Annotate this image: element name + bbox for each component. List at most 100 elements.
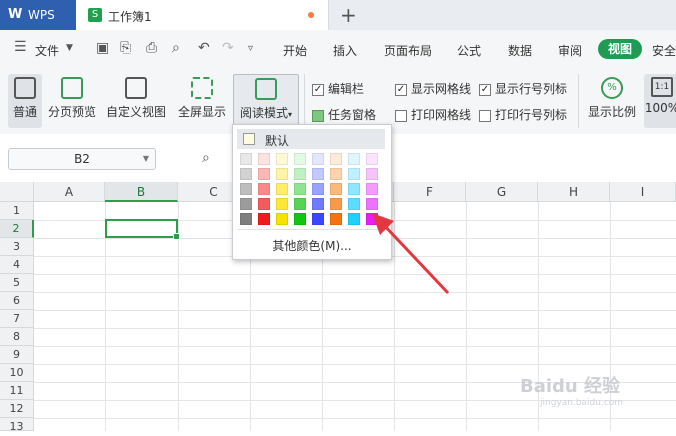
color-swatch[interactable] <box>312 198 324 210</box>
pointer-arrow <box>372 213 450 295</box>
color-swatch[interactable] <box>348 153 360 165</box>
color-swatch[interactable] <box>330 183 342 195</box>
row-header[interactable]: 7 <box>0 310 34 328</box>
reading-mode-button[interactable]: 阅读模式▾ <box>233 74 299 128</box>
new-tab-button[interactable]: + <box>340 3 357 27</box>
print-icon[interactable]: ⎙ <box>146 40 157 56</box>
row-header[interactable]: 13 <box>0 418 34 433</box>
select-all-corner[interactable] <box>0 182 34 202</box>
formula-bar-checkbox[interactable]: ✓ 编辑栏 <box>312 80 364 97</box>
name-box[interactable]: B2 ▼ <box>8 148 156 170</box>
divider <box>304 74 305 128</box>
row-header[interactable]: 5 <box>0 274 34 292</box>
color-swatch[interactable] <box>258 168 270 180</box>
undo-icon[interactable]: ↶ <box>198 40 210 56</box>
redo-icon[interactable]: ↷ <box>222 40 234 56</box>
color-swatch[interactable] <box>294 213 306 225</box>
full-screen-icon <box>191 77 213 99</box>
color-swatch[interactable] <box>312 153 324 165</box>
color-swatch[interactable] <box>294 153 306 165</box>
page-break-preview-button[interactable]: 分页预览 <box>46 74 98 128</box>
column-header[interactable]: H <box>538 182 610 202</box>
zoom-100-button[interactable]: 1:1 100% <box>644 74 676 128</box>
row-header[interactable]: 2 <box>0 220 34 238</box>
row-header[interactable]: 8 <box>0 328 34 346</box>
color-swatch[interactable] <box>240 198 252 210</box>
show-gridlines-checkbox[interactable]: ✓ 显示网格线 <box>395 80 471 97</box>
tab-insert[interactable]: 插入 <box>333 42 357 59</box>
color-swatch[interactable] <box>348 213 360 225</box>
color-swatch[interactable] <box>330 153 342 165</box>
color-swatch[interactable] <box>312 183 324 195</box>
tab-view[interactable]: 视图 <box>598 39 642 59</box>
row-header[interactable]: 9 <box>0 346 34 364</box>
color-swatch[interactable] <box>240 153 252 165</box>
color-swatch[interactable] <box>366 153 378 165</box>
zoom-button[interactable]: % 显示比例 <box>586 74 638 128</box>
print-headings-checkbox[interactable]: 打印行号列标 <box>479 106 567 123</box>
color-swatch[interactable] <box>258 183 270 195</box>
default-color-option[interactable]: 默认 <box>237 129 385 149</box>
row-header[interactable]: 12 <box>0 400 34 418</box>
column-header[interactable]: B <box>105 182 178 202</box>
print-preview-icon[interactable]: ⌕ <box>172 40 180 56</box>
tab-home[interactable]: 开始 <box>283 42 307 59</box>
document-tab[interactable]: S 工作簿1 <box>76 0 329 30</box>
row-header[interactable]: 1 <box>0 202 34 220</box>
color-swatch[interactable] <box>258 213 270 225</box>
color-swatch[interactable] <box>294 168 306 180</box>
save-icon[interactable]: ▣ <box>96 40 109 56</box>
color-swatch[interactable] <box>366 168 378 180</box>
color-swatch[interactable] <box>312 168 324 180</box>
customize-chevron-icon[interactable]: ▿ <box>248 43 253 54</box>
color-swatch[interactable] <box>330 213 342 225</box>
file-menu[interactable]: 文件 <box>35 42 59 59</box>
column-header[interactable]: A <box>34 182 105 202</box>
color-swatch[interactable] <box>312 213 324 225</box>
color-swatch[interactable] <box>348 168 360 180</box>
color-swatch[interactable] <box>276 153 288 165</box>
row-header[interactable]: 11 <box>0 382 34 400</box>
full-screen-button[interactable]: 全屏显示 <box>174 74 230 128</box>
row-header[interactable]: 3 <box>0 238 34 256</box>
color-swatch[interactable] <box>330 198 342 210</box>
color-swatch[interactable] <box>276 198 288 210</box>
fill-handle[interactable] <box>173 233 180 240</box>
zoom-search-icon[interactable]: ⌕ <box>202 150 210 166</box>
custom-view-button[interactable]: 自定义视图 <box>104 74 168 128</box>
row-header[interactable]: 6 <box>0 292 34 310</box>
color-swatch[interactable] <box>348 183 360 195</box>
normal-view-button[interactable]: 普通 <box>8 74 42 128</box>
column-header[interactable]: I <box>610 182 676 202</box>
color-swatch[interactable] <box>240 213 252 225</box>
column-header[interactable]: F <box>394 182 466 202</box>
color-swatch[interactable] <box>240 168 252 180</box>
tab-security[interactable]: 安全 <box>652 42 676 59</box>
chevron-down-icon[interactable]: ▼ <box>66 43 73 53</box>
tab-formulas[interactable]: 公式 <box>457 42 481 59</box>
color-swatch[interactable] <box>276 213 288 225</box>
column-header[interactable]: G <box>466 182 538 202</box>
print-gridlines-checkbox[interactable]: 打印网格线 <box>395 106 471 123</box>
color-swatch[interactable] <box>366 183 378 195</box>
color-swatch[interactable] <box>294 183 306 195</box>
color-swatch[interactable] <box>258 153 270 165</box>
color-swatch[interactable] <box>330 168 342 180</box>
selected-cell[interactable] <box>105 219 180 240</box>
color-swatch[interactable] <box>294 198 306 210</box>
color-swatch[interactable] <box>348 198 360 210</box>
color-swatch[interactable] <box>258 198 270 210</box>
row-header[interactable]: 4 <box>0 256 34 274</box>
wps-home-tab[interactable]: W WPS <box>0 0 76 30</box>
tab-review[interactable]: 审阅 <box>558 42 582 59</box>
export-icon[interactable]: ⎘ <box>120 40 131 56</box>
tab-page-layout[interactable]: 页面布局 <box>384 42 432 59</box>
hamburger-menu-icon[interactable]: ☰ <box>14 39 27 55</box>
color-swatch[interactable] <box>240 183 252 195</box>
color-swatch[interactable] <box>276 183 288 195</box>
row-header[interactable]: 10 <box>0 364 34 382</box>
color-swatch[interactable] <box>276 168 288 180</box>
tab-data[interactable]: 数据 <box>508 42 532 59</box>
task-pane-checkbox[interactable]: 任务窗格 <box>312 106 376 123</box>
show-headings-checkbox[interactable]: ✓ 显示行号列标 <box>479 80 567 97</box>
